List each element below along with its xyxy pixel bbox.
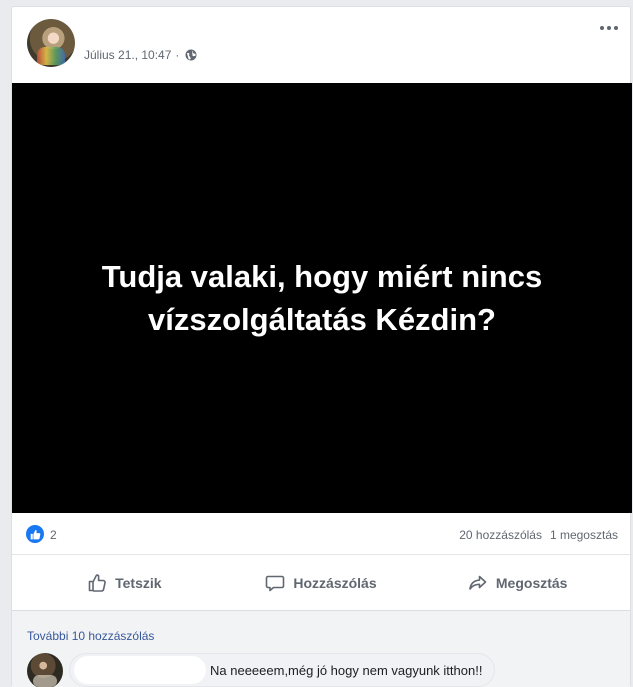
comment-count[interactable]: 20 hozzászólás xyxy=(459,528,542,542)
dot-icon xyxy=(614,26,618,30)
comments-section: További 10 hozzászólás Na neeeeem,még jó… xyxy=(12,611,630,687)
share-count[interactable]: 1 megosztás xyxy=(550,528,618,542)
globe-icon xyxy=(185,49,197,61)
commenter-avatar[interactable] xyxy=(27,653,63,687)
view-more-comments-link[interactable]: További 10 hozzászólás xyxy=(27,629,154,643)
post-image-text-line2: vízszolgáltatás Kézdin? xyxy=(148,302,496,337)
share-arrow-icon xyxy=(469,575,487,590)
post-stats: 2 20 hozzászólás 1 megosztás xyxy=(12,513,632,555)
like-button[interactable]: Tetszik xyxy=(26,563,223,603)
share-button[interactable]: Megosztás xyxy=(419,563,616,603)
more-options-button[interactable] xyxy=(600,21,622,35)
post-meta: Július 21., 10:47 · xyxy=(84,48,197,62)
post-timestamp[interactable]: Július 21., 10:47 xyxy=(84,48,171,62)
share-label: Megosztás xyxy=(495,575,568,591)
author-avatar[interactable] xyxy=(27,19,75,67)
post-card: Július 21., 10:47 · Tudja valaki, hogy m… xyxy=(11,6,632,687)
like-label: Tetszik xyxy=(115,575,162,591)
comment-button[interactable]: Hozzászólás xyxy=(223,563,420,603)
thumbs-up-icon xyxy=(88,574,106,592)
comment-bubble-icon xyxy=(266,575,285,592)
meta-separator: · xyxy=(175,48,180,62)
dot-icon xyxy=(607,26,611,30)
dot-icon xyxy=(600,26,604,30)
comment-text: Na neeeeem,még jó hogy nem vagyunk ittho… xyxy=(210,662,483,678)
like-reaction-icon[interactable] xyxy=(26,525,44,543)
comment-label: Hozzászólás xyxy=(293,575,377,591)
post-image[interactable]: Tudja valaki, hogy miért nincs vízszolgá… xyxy=(12,83,632,513)
post-actions: Tetszik Hozzászólás Megosztás xyxy=(26,563,616,603)
redacted-commenter-name xyxy=(74,656,206,684)
post-image-text: Tudja valaki, hogy miért nincs vízszolgá… xyxy=(62,255,582,341)
reaction-count[interactable]: 2 xyxy=(50,528,57,542)
comment-bubble: Na neeeeem,még jó hogy nem vagyunk ittho… xyxy=(69,653,496,687)
post-header: Július 21., 10:47 · xyxy=(12,7,632,83)
comment-item: Na neeeeem,még jó hogy nem vagyunk ittho… xyxy=(27,653,496,687)
post-image-text-line1: Tudja valaki, hogy miért nincs xyxy=(101,259,543,294)
